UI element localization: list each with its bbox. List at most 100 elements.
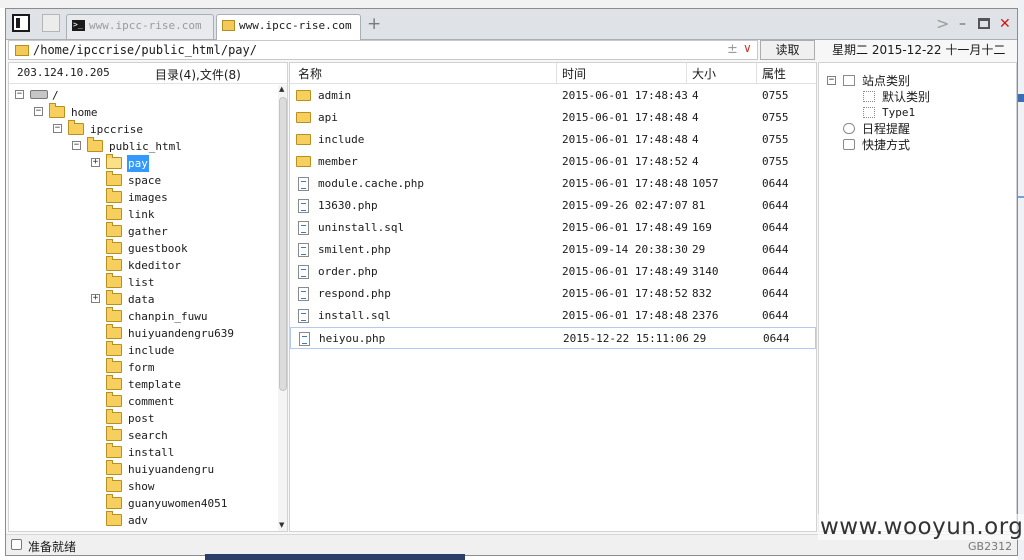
file-attr: 0755 <box>762 155 789 168</box>
file-size: 4 <box>692 89 699 102</box>
expand-icon[interactable]: + <box>91 158 100 167</box>
tree-item-label: space <box>128 174 162 187</box>
site-panel: − 站点类别 默认类别 Type1 日程提醒 快捷方式 <box>818 62 1017 532</box>
file-time: 2015-06-01 17:48:48 <box>562 309 688 322</box>
file-row[interactable]: order.php 2015-06-01 17:48:49 3140 0644 <box>290 261 816 283</box>
grid-icon[interactable] <box>42 14 60 32</box>
background-divider <box>1018 196 1024 198</box>
collapse-icon[interactable]: − <box>72 141 81 150</box>
file-size: 4 <box>692 155 699 168</box>
background-right-strip <box>1018 0 1024 560</box>
tree-item-label: huiyuandengru639 <box>128 327 234 340</box>
expand-icon[interactable]: + <box>91 294 100 303</box>
file-icon <box>298 199 309 213</box>
tree-item-label: huiyuandengru <box>128 463 215 476</box>
file-list-panel: 名称 时间 大小 属性 admin 2015-06-01 17:48:43 4 075… <box>289 62 817 532</box>
path-input[interactable] <box>33 41 713 59</box>
scroll-down-icon[interactable]: ▼ <box>279 521 284 529</box>
tree-item-label: list <box>128 276 155 289</box>
file-row[interactable]: smilent.php 2015-09-14 20:38:30 29 0644 <box>290 239 816 261</box>
folder-icon <box>106 341 122 356</box>
watermark-text: www.wooyun.org <box>818 514 1024 540</box>
file-name: uninstall.sql <box>318 221 405 234</box>
file-name: order.php <box>318 265 378 278</box>
reminder-icon <box>843 123 855 134</box>
collapse-icon[interactable]: − <box>53 124 62 133</box>
drive-icon <box>30 90 48 99</box>
category-icon <box>843 75 855 86</box>
file-row[interactable]: admin 2015-06-01 17:48:43 4 0755 <box>290 85 816 107</box>
tree-item-label: / <box>52 89 59 102</box>
file-size: 29 <box>692 243 706 256</box>
tree-item-label: show <box>128 480 155 493</box>
file-row[interactable]: 13630.php 2015-09-26 02:47:07 81 0644 <box>290 195 816 217</box>
column-divider[interactable] <box>686 63 687 83</box>
folder-icon <box>106 426 122 441</box>
plus-minus-icon[interactable]: ± <box>727 42 738 57</box>
scroll-up-icon[interactable]: ▲ <box>279 85 284 93</box>
file-time: 2015-12-22 15:11:06 <box>563 332 689 345</box>
collapse-icon[interactable]: − <box>15 90 24 99</box>
status-icon <box>11 539 22 550</box>
folder-icon <box>106 273 122 288</box>
file-name: 13630.php <box>318 199 378 212</box>
panel-toggle-icon[interactable] <box>12 14 30 32</box>
folder-icon <box>106 494 122 509</box>
file-row[interactable]: member 2015-06-01 17:48:52 4 0755 <box>290 151 816 173</box>
tree-item-label: guanyuwomen4051 <box>128 497 228 510</box>
site-tree-label: Type1 <box>882 106 916 119</box>
file-icon <box>298 221 309 235</box>
column-header-attr[interactable]: 属性 <box>762 65 786 82</box>
add-tab-button[interactable]: + <box>367 13 381 35</box>
folder-icon <box>106 358 122 373</box>
file-row[interactable]: install.sql 2015-06-01 17:48:48 2376 0644 <box>290 305 816 327</box>
tree-item-label: link <box>128 208 155 221</box>
tree-scrollbar[interactable]: ▲ ▼ <box>278 85 287 531</box>
file-attr: 0644 <box>763 332 790 345</box>
tab-active[interactable]: www.ipcc-rise.com <box>216 14 361 40</box>
minimize-button[interactable]: – <box>959 15 966 33</box>
tree-item-label: gather <box>128 225 168 238</box>
file-attr: 0644 <box>762 287 789 300</box>
scrollbar-thumb[interactable] <box>279 97 287 391</box>
column-header-size[interactable]: 大小 <box>692 65 716 82</box>
read-button[interactable]: 读取 <box>760 40 815 60</box>
file-row[interactable]: module.cache.php 2015-06-01 17:48:48 1057 0… <box>290 173 816 195</box>
file-time: 2015-09-14 20:38:30 <box>562 243 688 256</box>
column-header-time[interactable]: 时间 <box>562 65 586 82</box>
close-button[interactable]: ✕ <box>999 15 1011 33</box>
column-header-name[interactable]: 名称 <box>298 65 322 82</box>
chevron-right-icon[interactable]: > <box>936 15 949 33</box>
file-name: respond.php <box>318 287 391 300</box>
file-time: 2015-06-01 17:48:49 <box>562 221 688 234</box>
column-divider[interactable] <box>756 63 757 83</box>
file-name: api <box>318 111 338 124</box>
collapse-icon[interactable]: − <box>827 76 836 85</box>
collapse-icon[interactable]: − <box>34 107 43 116</box>
file-row[interactable]: heiyou.php 2015-12-22 15:11:06 29 0644 <box>290 327 816 349</box>
folder-icon <box>106 188 122 203</box>
folder-icon <box>106 239 122 254</box>
folder-icon <box>296 112 311 123</box>
file-row[interactable]: uninstall.sql 2015-06-01 17:48:49 169 0644 <box>290 217 816 239</box>
tab-inactive[interactable]: www.ipcc-rise.com <box>66 14 214 39</box>
folder-open-icon <box>106 154 122 169</box>
folder-icon <box>106 222 122 237</box>
file-attr: 0755 <box>762 111 789 124</box>
tree-item-label: comment <box>128 395 175 408</box>
folder-icon <box>106 256 122 271</box>
tree-item-label: images <box>128 191 168 204</box>
folder-icon <box>49 103 65 118</box>
dotted-box-icon <box>863 91 875 102</box>
chevron-down-icon[interactable]: ∨ <box>743 41 752 55</box>
column-divider[interactable] <box>556 63 557 83</box>
file-row[interactable]: api 2015-06-01 17:48:48 4 0755 <box>290 107 816 129</box>
tree-item-label: home <box>71 106 98 119</box>
tree-item-label: include <box>128 344 175 357</box>
maximize-button[interactable] <box>978 18 990 29</box>
folder-icon <box>106 460 122 475</box>
file-size: 4 <box>692 111 699 124</box>
file-row[interactable]: include 2015-06-01 17:48:48 4 0755 <box>290 129 816 151</box>
file-row[interactable]: respond.php 2015-06-01 17:48:52 832 0644 <box>290 283 816 305</box>
site-tree-label: 默认类别 <box>882 90 931 104</box>
